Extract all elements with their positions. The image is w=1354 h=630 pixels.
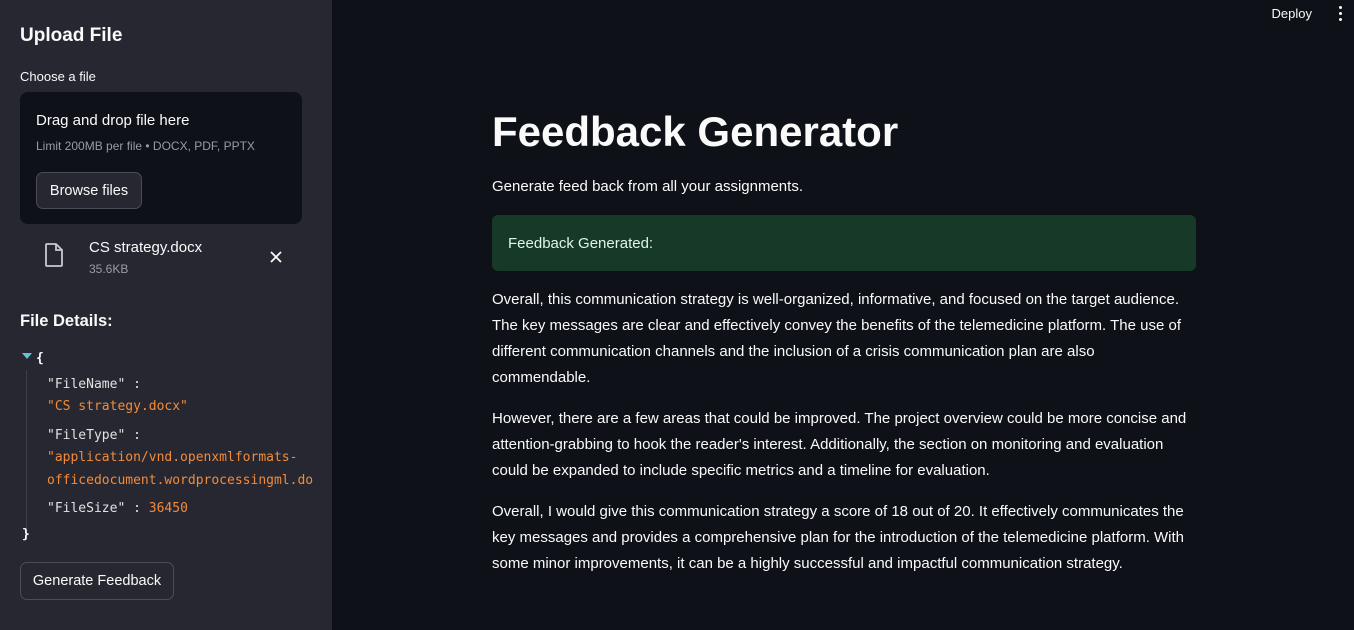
file-icon	[45, 243, 63, 267]
json-key: "FileSize"	[47, 501, 126, 516]
json-colon: :	[133, 377, 141, 392]
uploaded-file-item: CS strategy.docx 35.6KB	[20, 234, 302, 282]
json-key: "FileName"	[47, 377, 126, 392]
tree-guide-line	[26, 370, 27, 540]
generate-feedback-button[interactable]: Generate Feedback	[20, 562, 174, 600]
close-icon[interactable]	[266, 247, 286, 267]
file-dropzone[interactable]: Drag and drop file here Limit 200MB per …	[20, 92, 302, 224]
json-colon: :	[133, 501, 141, 516]
json-open-brace: {	[36, 351, 44, 366]
feedback-paragraph: Overall, this communication strategy is …	[492, 291, 1181, 386]
json-colon: :	[133, 428, 141, 443]
main-area: Deploy Feedback Generator Generate feed …	[332, 0, 1354, 630]
json-value-filetype-line2: officedocument.wordprocessingml.do	[47, 473, 314, 488]
deploy-button[interactable]: Deploy	[1272, 6, 1312, 21]
json-key: "FileType"	[47, 428, 126, 443]
file-uploader-label: Choose a file	[20, 69, 96, 84]
json-value-filetype-line1: "application/vnd.openxmlformats-	[47, 450, 298, 465]
sidebar: Upload File Choose a file Drag and drop …	[0, 0, 332, 630]
json-close-brace: }	[22, 527, 30, 542]
feedback-paragraph: However, there are a few areas that coul…	[492, 410, 1187, 479]
sidebar-title: Upload File	[20, 25, 123, 46]
page-subtitle: Generate feed back from all your assignm…	[492, 178, 803, 195]
json-entry-filetype: "FileType" :	[47, 428, 141, 443]
more-vertical-icon[interactable]	[1334, 6, 1346, 22]
file-details-title: File Details:	[20, 312, 113, 330]
json-entry-filesize: "FileSize" : 36450	[47, 501, 188, 516]
success-message: Feedback Generated:	[508, 235, 654, 252]
feedback-paragraph: Overall, I would give this communication…	[492, 503, 1185, 572]
dropzone-title: Drag and drop file here	[36, 112, 190, 129]
json-entry-filename: "FileName" :	[47, 377, 141, 392]
json-value-filename: "CS strategy.docx"	[47, 399, 188, 414]
browse-files-button[interactable]: Browse files	[36, 172, 142, 209]
success-alert: Feedback Generated:	[492, 215, 1196, 271]
json-value-filesize: 36450	[148, 501, 188, 516]
collapse-triangle-icon[interactable]	[22, 353, 32, 359]
dropzone-limit-text: Limit 200MB per file • DOCX, PDF, PPTX	[36, 139, 255, 153]
uploaded-file-name: CS strategy.docx	[89, 239, 203, 256]
uploaded-file-size: 35.6KB	[89, 262, 129, 276]
page-title: Feedback Generator	[492, 108, 899, 155]
